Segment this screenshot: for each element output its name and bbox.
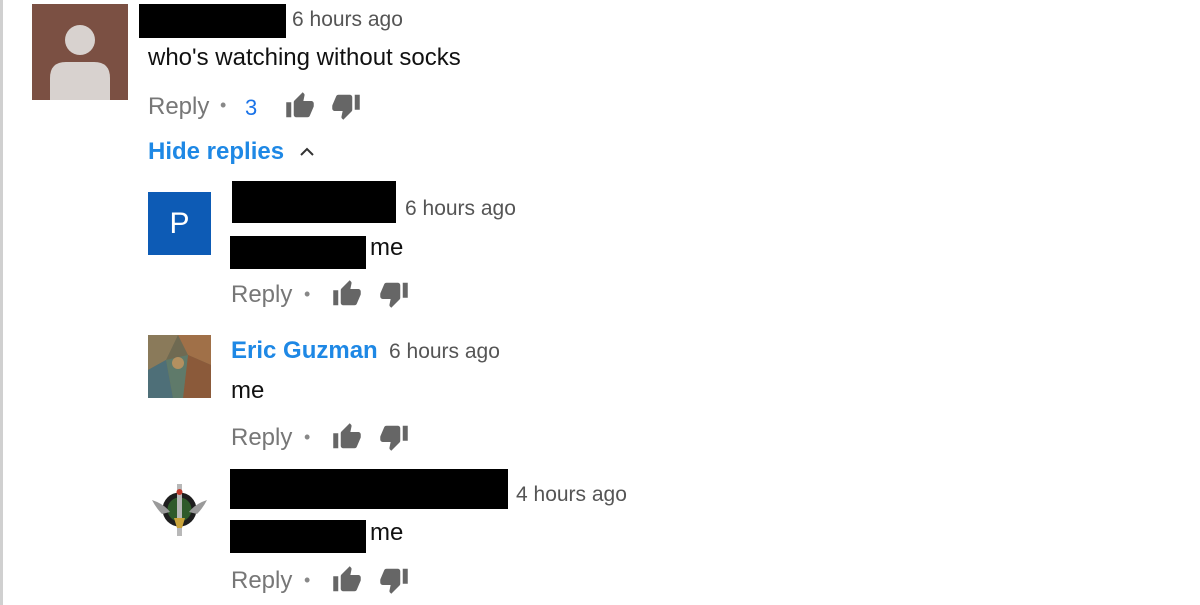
avatar[interactable]: P	[148, 192, 211, 255]
default-user-icon	[50, 25, 110, 100]
redacted-author	[230, 469, 508, 509]
thumbs-up-icon[interactable]	[285, 91, 315, 121]
separator-dot: •	[304, 284, 311, 304]
timestamp[interactable]: 6 hours ago	[405, 197, 516, 221]
separator-dot: •	[304, 427, 311, 447]
redacted-author	[232, 181, 396, 223]
thumbs-up-icon[interactable]	[332, 279, 362, 309]
reply-button[interactable]: Reply	[148, 93, 209, 121]
thumbs-down-icon[interactable]	[331, 91, 361, 121]
left-border	[0, 0, 3, 605]
thumbs-up-icon[interactable]	[332, 565, 362, 595]
thumbs-up-icon[interactable]	[332, 422, 362, 452]
hide-replies-button[interactable]: Hide replies	[148, 138, 284, 166]
timestamp[interactable]: 6 hours ago	[292, 8, 403, 32]
avatar[interactable]	[148, 478, 211, 541]
redacted-text	[230, 520, 366, 553]
thumbs-down-icon[interactable]	[379, 565, 409, 595]
thumbs-down-icon[interactable]	[379, 422, 409, 452]
redacted-author	[139, 4, 286, 38]
reply-text: me	[231, 377, 265, 404]
reply-text: me	[370, 519, 404, 546]
reply-text: me	[370, 234, 404, 261]
redacted-text	[230, 236, 366, 269]
thumbs-down-icon[interactable]	[379, 279, 409, 309]
chevron-up-icon[interactable]	[298, 143, 316, 161]
avatar-image	[148, 335, 211, 398]
separator-dot: •	[304, 570, 311, 590]
like-count: 3	[245, 95, 258, 120]
reply-button[interactable]: Reply	[231, 281, 292, 309]
comment-text: who's watching without socks	[148, 44, 461, 71]
reply-button[interactable]: Reply	[231, 567, 292, 595]
author-name[interactable]: Eric Guzman	[231, 337, 378, 365]
emblem-icon	[152, 484, 207, 536]
reply-button[interactable]: Reply	[231, 424, 292, 452]
avatar[interactable]	[32, 4, 128, 100]
timestamp[interactable]: 6 hours ago	[389, 340, 500, 364]
timestamp[interactable]: 4 hours ago	[516, 483, 627, 507]
separator-dot: •	[220, 95, 227, 115]
avatar-letter: P	[169, 206, 190, 240]
avatar[interactable]	[148, 335, 211, 398]
